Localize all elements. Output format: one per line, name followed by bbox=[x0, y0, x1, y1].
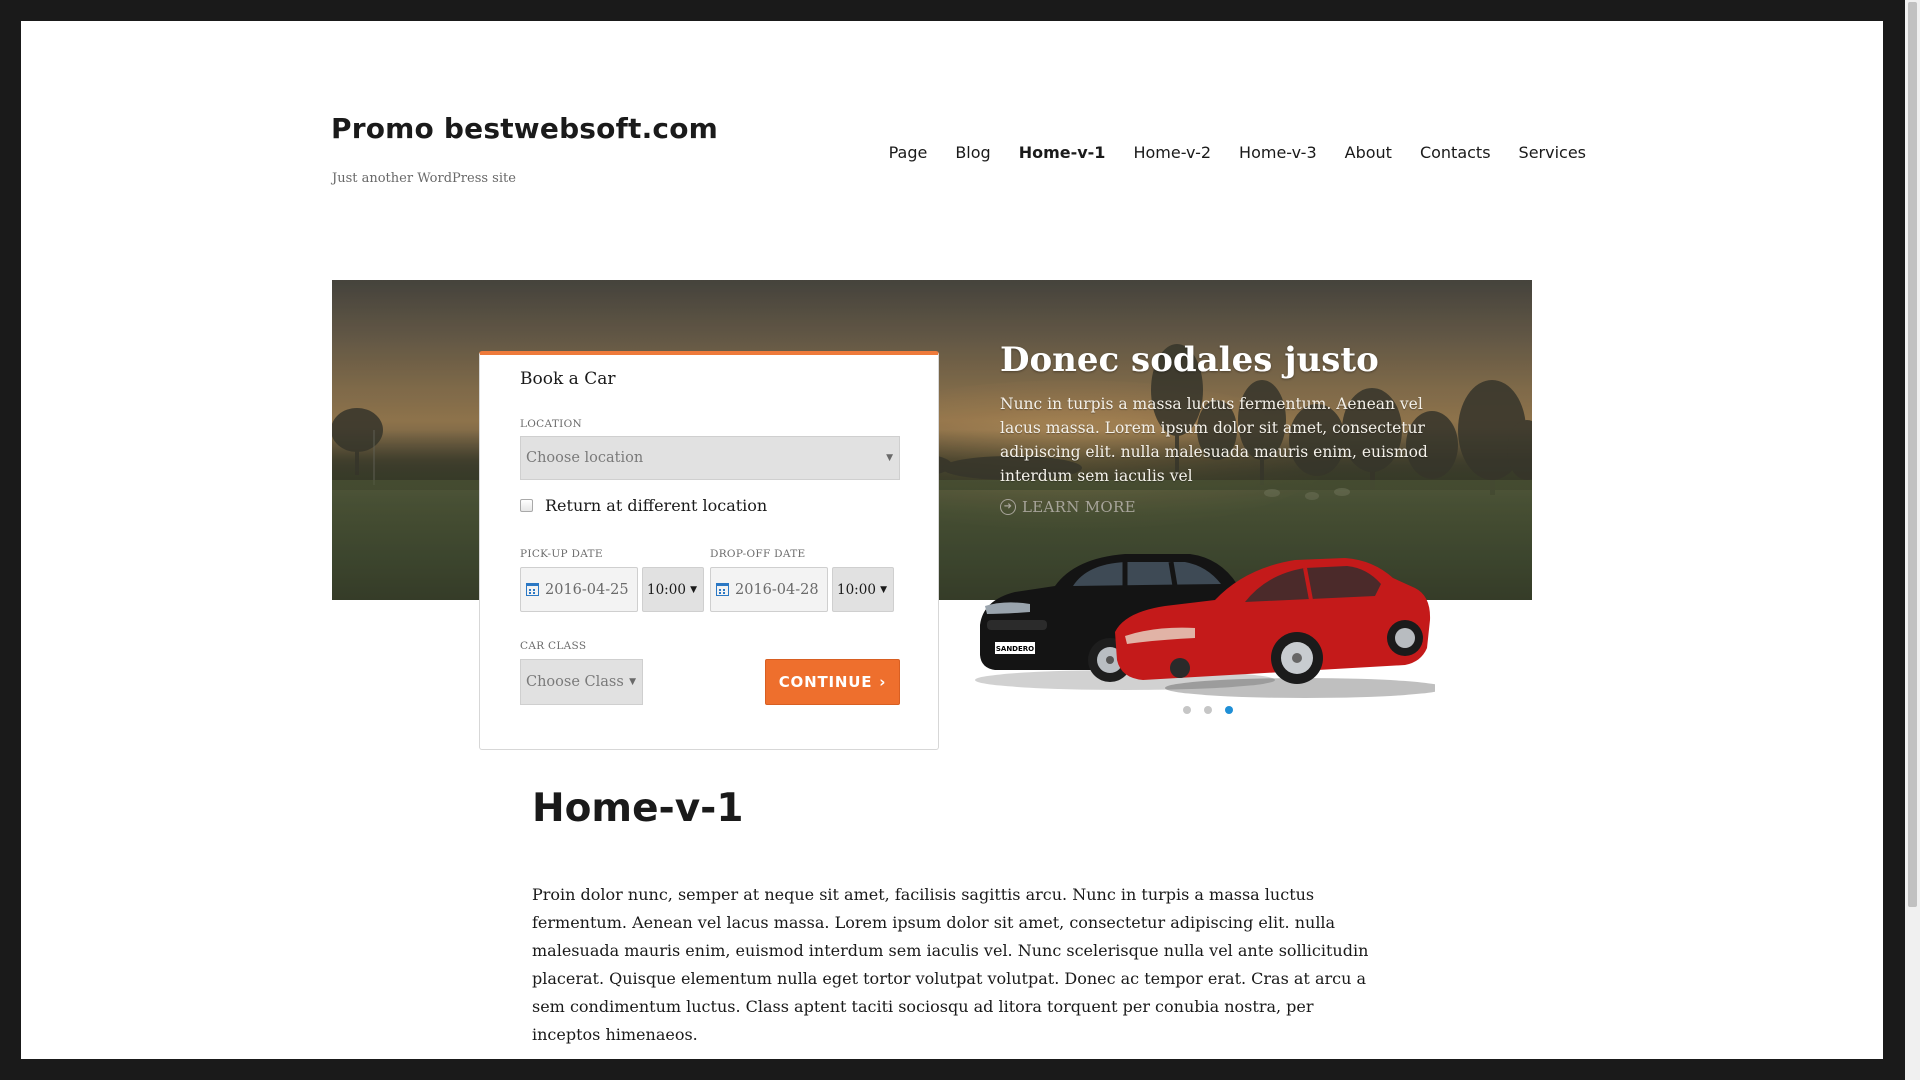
nav-item-blog[interactable]: Blog bbox=[955, 143, 990, 162]
site-title[interactable]: Promo bestwebsoft.com bbox=[331, 112, 718, 145]
nav-item-contacts[interactable]: Contacts bbox=[1420, 143, 1491, 162]
chevron-right-icon: › bbox=[879, 673, 887, 691]
dropoff-date-label: DROP-OFF DATE bbox=[710, 548, 806, 560]
dropoff-time-value: 10:00 bbox=[837, 581, 876, 598]
return-different-location-label: Return at different location bbox=[545, 496, 768, 515]
chevron-down-icon: ▼ bbox=[880, 584, 887, 595]
pickup-date-field[interactable]: 2016-04-25 bbox=[520, 567, 638, 612]
chevron-down-icon: ▼ bbox=[690, 584, 697, 595]
nav-item-home-v-2[interactable]: Home-v-2 bbox=[1133, 143, 1211, 162]
continue-label: CONTINUE bbox=[778, 673, 873, 691]
dropoff-date-value: 2016-04-28 bbox=[735, 581, 819, 598]
dropoff-date-field[interactable]: 2016-04-28 bbox=[710, 567, 828, 612]
main-navigation: Page Blog Home-v-1 Home-v-2 Home-v-3 Abo… bbox=[889, 143, 1586, 162]
location-select-value: Choose location bbox=[526, 450, 644, 466]
booking-title: Book a Car bbox=[520, 369, 616, 389]
continue-button[interactable]: CONTINUE › bbox=[765, 659, 900, 705]
dropoff-time-select[interactable]: 10:00 ▼ bbox=[832, 567, 894, 612]
pickup-time-value: 10:00 bbox=[647, 581, 686, 598]
page-scrollbar[interactable] bbox=[1905, 0, 1920, 1080]
pickup-time-select[interactable]: 10:00 ▼ bbox=[642, 567, 704, 612]
location-select[interactable]: Choose location ▼ bbox=[520, 436, 900, 480]
chevron-down-icon: ▼ bbox=[629, 677, 636, 687]
calendar-icon bbox=[716, 583, 729, 596]
sandero-plate: SANDERO bbox=[996, 645, 1034, 653]
location-label: LOCATION bbox=[520, 418, 582, 430]
nav-item-home-v-1[interactable]: Home-v-1 bbox=[1019, 143, 1106, 162]
learn-more-label: LEARN MORE bbox=[1022, 498, 1136, 516]
return-different-location-row[interactable]: Return at different location bbox=[520, 496, 767, 515]
car-class-label: CAR CLASS bbox=[520, 640, 587, 652]
nav-item-services[interactable]: Services bbox=[1519, 143, 1586, 162]
car-class-select[interactable]: Choose Class ▼ bbox=[520, 659, 643, 705]
cars-image: SANDERO bbox=[975, 554, 1435, 698]
site-tagline: Just another WordPress site bbox=[332, 171, 516, 186]
pickup-date-label: PICK-UP DATE bbox=[520, 548, 603, 560]
slide-description: Nunc in turpis a massa luctus fermentum.… bbox=[1000, 395, 1428, 485]
page-body-text: Proin dolor nunc, semper at neque sit am… bbox=[532, 885, 1369, 1044]
slider-pagination bbox=[1183, 706, 1233, 714]
learn-more-link[interactable]: ➜ LEARN MORE bbox=[1000, 498, 1136, 516]
scrollbar-thumb[interactable] bbox=[1908, 2, 1917, 907]
return-different-location-checkbox[interactable] bbox=[520, 499, 533, 512]
nav-item-page[interactable]: Page bbox=[889, 143, 928, 162]
car-class-select-value: Choose Class bbox=[526, 674, 624, 690]
slider-dot-3[interactable] bbox=[1225, 706, 1233, 714]
slide-title: Donec sodales justo bbox=[1000, 340, 1379, 380]
pickup-date-value: 2016-04-25 bbox=[545, 581, 629, 598]
nav-item-about[interactable]: About bbox=[1345, 143, 1392, 162]
chevron-down-icon: ▼ bbox=[886, 453, 893, 463]
book-a-car-form: Book a Car LOCATION Choose location ▼ Re… bbox=[479, 351, 939, 750]
arrow-circle-icon: ➜ bbox=[1000, 499, 1016, 515]
slider-dot-2[interactable] bbox=[1204, 706, 1212, 714]
nav-item-home-v-3[interactable]: Home-v-3 bbox=[1239, 143, 1317, 162]
calendar-icon bbox=[526, 583, 539, 596]
page-title: Home-v-1 bbox=[532, 786, 744, 831]
slider-dot-1[interactable] bbox=[1183, 706, 1191, 714]
